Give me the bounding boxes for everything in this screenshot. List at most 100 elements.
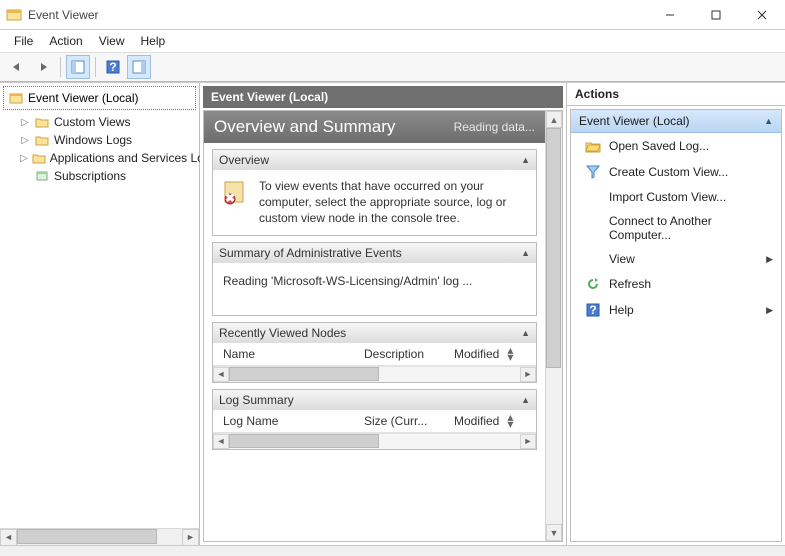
minimize-button[interactable] xyxy=(647,0,693,29)
app-icon xyxy=(6,7,22,23)
action-import-custom-view[interactable]: Import Custom View... xyxy=(571,185,781,209)
updown-icon[interactable]: ▴▾ xyxy=(507,414,513,428)
action-create-custom-view[interactable]: Create Custom View... xyxy=(571,159,781,185)
collapse-icon[interactable]: ▲ xyxy=(521,395,530,405)
updown-icon[interactable]: ▴▾ xyxy=(507,347,513,361)
svg-text:?: ? xyxy=(589,303,596,317)
scroll-thumb[interactable] xyxy=(17,529,157,544)
action-view-submenu[interactable]: View ▶ xyxy=(571,247,781,271)
list-header: Name Description Modified▴▾ ◄► xyxy=(213,343,536,382)
scroll-thumb[interactable] xyxy=(229,434,379,448)
action-label: View xyxy=(609,252,635,266)
section-header[interactable]: Summary of Administrative Events▲ xyxy=(213,243,536,263)
scroll-right-icon[interactable]: ► xyxy=(520,367,536,382)
col-modified[interactable]: Modified xyxy=(454,347,499,361)
actions-subtitle-bar[interactable]: Event Viewer (Local) ▲ xyxy=(571,110,781,133)
tree-item-subscriptions[interactable]: Subscriptions xyxy=(20,167,195,185)
col-log-name[interactable]: Log Name xyxy=(219,412,360,430)
expand-icon[interactable]: ▷ xyxy=(20,153,28,164)
folder-open-icon xyxy=(585,138,601,154)
event-log-icon: ✖ xyxy=(221,178,249,206)
menu-file[interactable]: File xyxy=(6,32,41,50)
scroll-left-icon[interactable]: ◄ xyxy=(213,434,229,449)
tree-item-label: Applications and Services Lo xyxy=(50,151,204,165)
menu-help[interactable]: Help xyxy=(133,32,174,50)
actions-pane: Actions Event Viewer (Local) ▲ Open Save… xyxy=(567,83,785,545)
collapse-icon[interactable]: ▲ xyxy=(521,328,530,338)
scroll-thumb[interactable] xyxy=(229,367,379,381)
action-help[interactable]: ? Help ▶ xyxy=(571,297,781,323)
folder-icon xyxy=(32,150,46,166)
maximize-button[interactable] xyxy=(693,0,739,29)
scroll-up-icon[interactable]: ▲ xyxy=(546,111,562,128)
action-label: Connect to Another Computer... xyxy=(609,214,773,242)
action-connect-computer[interactable]: Connect to Another Computer... xyxy=(571,209,781,247)
tree-item-label: Windows Logs xyxy=(54,133,132,147)
detail-pane: Event Viewer (Local) Overview and Summar… xyxy=(200,83,567,545)
back-button[interactable] xyxy=(5,55,29,79)
collapse-icon[interactable]: ▲ xyxy=(521,248,530,258)
scroll-left-icon[interactable]: ◄ xyxy=(213,367,229,382)
action-open-saved-log[interactable]: Open Saved Log... xyxy=(571,133,781,159)
toolbar-separator xyxy=(95,57,96,77)
menu-action[interactable]: Action xyxy=(41,32,90,50)
col-modified[interactable]: Modified xyxy=(454,414,499,428)
help-toolbar-button[interactable]: ? xyxy=(101,55,125,79)
folder-icon xyxy=(34,132,50,148)
tree-item-label: Custom Views xyxy=(54,115,130,129)
window-title: Event Viewer xyxy=(28,8,647,22)
section-body: Reading 'Microsoft-WS-Licensing/Admin' l… xyxy=(213,263,536,315)
show-actions-button[interactable] xyxy=(127,55,151,79)
action-label: Open Saved Log... xyxy=(609,139,709,153)
scroll-track[interactable] xyxy=(17,529,182,546)
event-viewer-icon xyxy=(8,90,24,106)
section-header[interactable]: Overview ▲ xyxy=(213,150,536,170)
col-size[interactable]: Size (Curr... xyxy=(360,412,450,430)
list-h-scrollbar[interactable]: ◄► xyxy=(213,433,536,449)
refresh-icon xyxy=(585,276,601,292)
tree-item-windows-logs[interactable]: ▷ Windows Logs xyxy=(20,131,195,149)
action-label: Help xyxy=(609,303,634,317)
scroll-thumb[interactable] xyxy=(546,128,561,368)
section-body: ✖ To view events that have occurred on y… xyxy=(213,170,536,235)
toolbar: ? xyxy=(0,52,785,82)
tree-root-label: Event Viewer (Local) xyxy=(28,91,139,105)
close-button[interactable] xyxy=(739,0,785,29)
collapse-icon[interactable]: ▲ xyxy=(521,155,530,165)
detail-header: Event Viewer (Local) xyxy=(203,86,563,108)
toolbar-separator xyxy=(60,57,61,77)
scroll-right-icon[interactable]: ► xyxy=(520,434,536,449)
section-title: Log Summary xyxy=(219,393,294,407)
scroll-down-icon[interactable]: ▼ xyxy=(546,524,562,541)
detail-v-scrollbar[interactable]: ▲ ▼ xyxy=(545,111,562,541)
tree-h-scrollbar[interactable]: ◄ ► xyxy=(0,528,199,545)
section-title: Recently Viewed Nodes xyxy=(219,326,346,340)
tree-item-custom-views[interactable]: ▷ Custom Views xyxy=(20,113,195,131)
menu-view[interactable]: View xyxy=(91,32,133,50)
action-label: Refresh xyxy=(609,277,651,291)
col-name[interactable]: Name xyxy=(219,345,360,363)
svg-text:?: ? xyxy=(109,60,116,74)
expand-icon[interactable]: ▷ xyxy=(20,135,30,146)
forward-button[interactable] xyxy=(31,55,55,79)
section-header[interactable]: Log Summary ▲ xyxy=(213,390,536,410)
show-tree-button[interactable] xyxy=(66,55,90,79)
subscriptions-icon xyxy=(34,168,50,184)
menu-bar: File Action View Help xyxy=(0,30,785,52)
action-refresh[interactable]: Refresh xyxy=(571,271,781,297)
tree-item-applications-services[interactable]: ▷Applications and Services Lo xyxy=(20,149,195,167)
section-title: Overview xyxy=(219,153,269,167)
list-header: Log Name Size (Curr... Modified▴▾ ◄► xyxy=(213,410,536,449)
scroll-left-icon[interactable]: ◄ xyxy=(0,529,17,546)
overview-text: To view events that have occurred on you… xyxy=(259,178,519,227)
collapse-icon[interactable]: ▲ xyxy=(764,116,773,126)
scroll-right-icon[interactable]: ► xyxy=(182,529,199,546)
overview-title: Overview and Summary xyxy=(214,117,395,137)
section-log-summary: Log Summary ▲ Log Name Size (Curr... Modi… xyxy=(212,389,537,450)
expand-icon[interactable]: ▷ xyxy=(20,117,30,128)
actions-subtitle: Event Viewer (Local) xyxy=(579,114,690,128)
tree-root[interactable]: Event Viewer (Local) xyxy=(3,86,196,110)
col-description[interactable]: Description xyxy=(360,345,450,363)
list-h-scrollbar[interactable]: ◄► xyxy=(213,366,536,382)
section-header[interactable]: Recently Viewed Nodes ▲ xyxy=(213,323,536,343)
